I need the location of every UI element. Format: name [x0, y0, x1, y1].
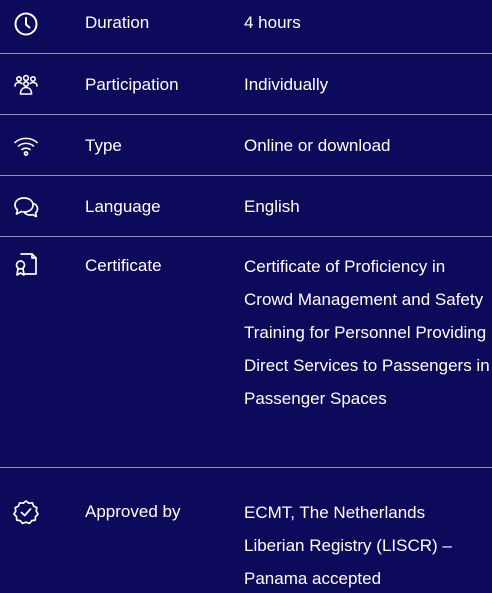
info-row-approved-by: Approved by ECMT, The Netherlands Liberi… [0, 468, 492, 593]
wifi-icon [12, 132, 40, 160]
approved-badge-icon [12, 498, 40, 526]
info-row-type: Type Online or download [0, 115, 492, 176]
value-duration: 4 hours [244, 13, 301, 32]
chat-bubbles-icon [12, 193, 40, 221]
value-participation: Individually [244, 75, 329, 94]
course-info-table: Duration 4 hours Participation Individua… [0, 0, 492, 593]
label-approved-by: Approved by [85, 502, 181, 521]
info-row-language: Language English [0, 176, 492, 237]
info-row-participation: Participation Individually [0, 54, 492, 115]
people-group-icon [12, 72, 40, 100]
label-type: Type [85, 136, 122, 155]
info-row-duration: Duration 4 hours [0, 0, 492, 54]
label-duration: Duration [85, 13, 150, 32]
certificate-icon [12, 250, 40, 278]
label-language: Language [85, 197, 161, 216]
value-language: English [244, 197, 300, 216]
info-row-certificate: Certificate Certificate of Proficiency i… [0, 237, 492, 468]
label-certificate: Certificate [85, 256, 162, 275]
value-type: Online or download [244, 136, 391, 155]
value-approved-by: ECMT, The Netherlands Liberian Registry … [244, 503, 452, 588]
clock-icon [12, 10, 40, 38]
value-certificate: Certificate of Proficiency in Crowd Mana… [244, 257, 490, 408]
label-participation: Participation [85, 75, 179, 94]
